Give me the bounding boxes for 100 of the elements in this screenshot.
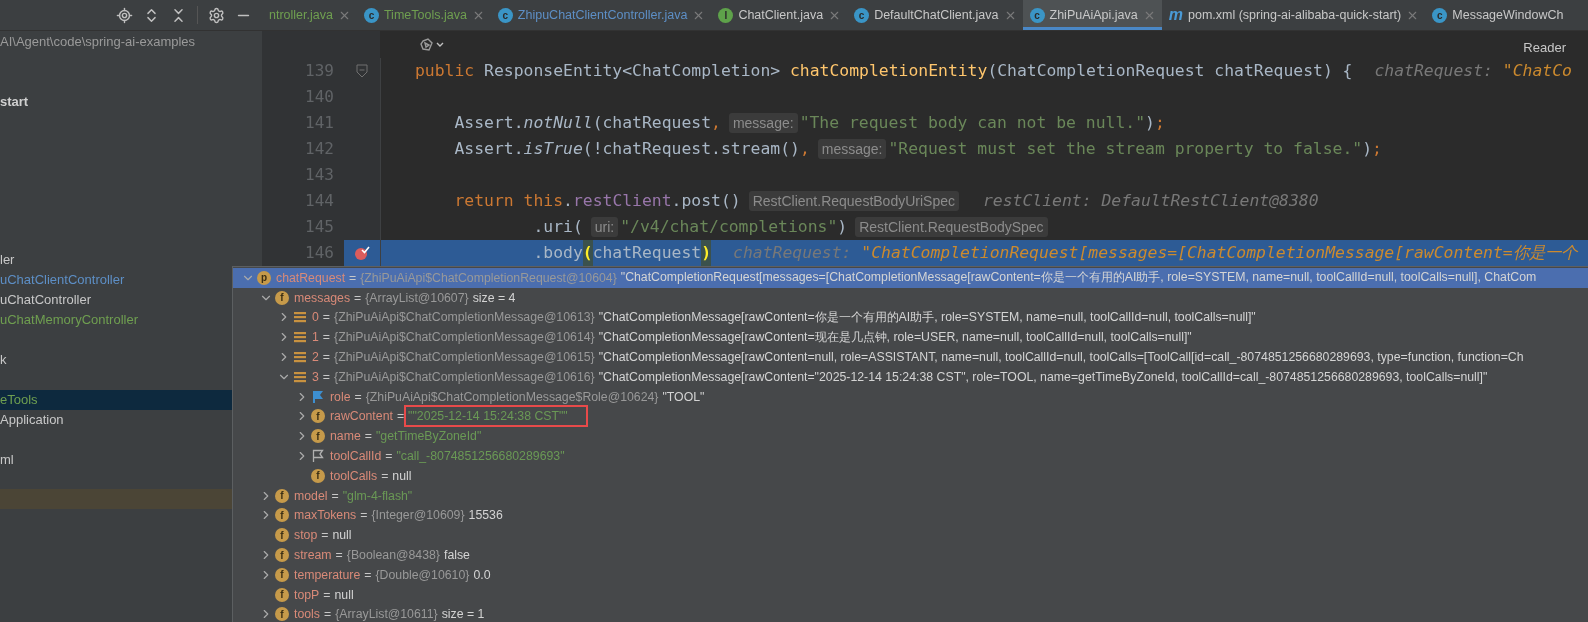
variable-row[interactable] — [233, 268, 1588, 288]
variable-row[interactable]: toolCallId = "call_-8074851256680289693" — [233, 446, 1588, 466]
project-tree-item[interactable]: ml — [0, 451, 14, 468]
fold-icon[interactable] — [356, 64, 368, 78]
variable-row[interactable]: f model = "glm-4-flash" — [233, 485, 1588, 506]
variable-value: "ChatCompletionMessage[rawContent=你是一个有用的AI助手, role=SYSTEM, name=null, toolCallId=null, toolCalls=null]" — [598, 309, 1256, 326]
maven-icon: m — [1168, 6, 1183, 24]
code-token: restClient — [572, 190, 672, 212]
project-tree-item[interactable]: uChatController — [0, 292, 92, 309]
variable-type: {ZhiPuAiApi$ChatCompletionMessage$Role@10624} — [365, 389, 659, 404]
equals-sign: = — [335, 548, 343, 563]
variable-row[interactable]: f stream = {Boolean@8438} false — [233, 545, 1588, 565]
variable-value: size = 4 — [472, 290, 516, 305]
variable-name: temperature — [294, 567, 361, 582]
equals-sign: = — [360, 508, 368, 523]
code-token: (!chatRequest.stream() — [582, 138, 800, 160]
code-token: "/v4/chat/completions" — [620, 216, 838, 238]
variable-row[interactable]: f toolCalls = null — [233, 465, 1588, 486]
code-token: "The request body can not be null." — [799, 112, 1145, 134]
variable-name: stop — [294, 528, 318, 543]
variable-row[interactable]: 1 = {ZhiPuAiApi$ChatCompletionMessage@10614} "ChatCompletionMessage[rawContent=现在是几点钟, role=USER, name=null, toolCallId=null, toolCalls=null]" — [233, 327, 1588, 348]
code-token: ) — [701, 240, 712, 266]
equals-sign: = — [364, 429, 372, 444]
class-icon: c — [497, 7, 513, 23]
variable-type: {Boolean@8438} — [346, 548, 440, 563]
variable-value: 15536 — [468, 508, 503, 523]
code-token: notNull — [523, 112, 593, 134]
variable-row[interactable]: f temperature = {Double@10610} 0.0 — [233, 564, 1588, 585]
variable-name: tools — [294, 607, 320, 622]
project-tree-item[interactable]: start — [0, 93, 29, 110]
equals-sign: = — [321, 528, 329, 543]
variable-value: null — [392, 468, 412, 483]
code-token: , — [799, 138, 810, 160]
project-tree-item[interactable]: k — [0, 352, 7, 368]
editor-tab[interactable]: c DefaultChatClient.java — [847, 0, 1023, 30]
variable-row[interactable]: f maxTokens = {Integer@10609} 15536 — [233, 505, 1588, 526]
variable-name: name — [330, 429, 361, 444]
breakpoint-icon[interactable] — [354, 245, 370, 261]
field-icon: f — [275, 508, 289, 523]
inlay-hint: uri: — [590, 217, 619, 237]
list-icon — [293, 350, 307, 365]
variable-row[interactable]: f name = "getTimeByZoneId" — [233, 426, 1588, 447]
settings-icon[interactable] — [208, 6, 225, 24]
code-token: (ChatCompletionRequest chatRequest) { — [987, 60, 1353, 82]
code-token: Assert. — [454, 112, 524, 134]
code-token: . — [563, 190, 573, 212]
code-token: "Request must set the stream property to false." — [888, 138, 1363, 160]
inlay-hint: message: — [817, 139, 887, 159]
editor-tab[interactable]: c ZhipuChatClientController.java — [490, 0, 712, 30]
variable-type: {ArrayList@10607} — [365, 290, 469, 305]
project-tree-item[interactable]: Application — [0, 411, 64, 428]
equals-sign: = — [385, 449, 393, 464]
code-token: public — [415, 60, 476, 82]
variable-row[interactable]: 0 = {ZhiPuAiApi$ChatCompletionMessage@10613} "ChatCompletionMessage[rawContent=你是一个有用的AI助手, role=SYSTEM, name=null, toolCallId=null, toolCalls=null]" — [233, 307, 1588, 328]
variable-row[interactable]: 3 = {ZhiPuAiApi$ChatCompletionMessage@10616} "ChatCompletionMessage[rawContent="2025-12-14 15:24:38 CST", role=TOOL, name=getTimeByZoneId, toolCallId=call_-8074851256680289693, toolCalls=null]" — [233, 367, 1588, 387]
class-icon: c — [854, 7, 870, 23]
editor-tab[interactable]: I ChatClient.java — [711, 0, 848, 30]
variable-row[interactable]: f stop = null — [233, 525, 1588, 546]
variable-value: "getTimeByZoneId" — [375, 429, 482, 444]
variable-name: rawContent — [330, 409, 393, 424]
project-tree-item[interactable]: eTools — [0, 391, 38, 408]
variable-type: {ArrayList@10611} — [335, 607, 438, 622]
variable-value: "glm-4-flash" — [342, 488, 413, 503]
variable-type: {ZhiPuAiApi$ChatCompletionMessage@10615} — [334, 350, 595, 365]
variable-value: null — [332, 528, 352, 543]
code-token: .post() — [671, 190, 741, 212]
variable-type: {ZhiPuAiApi$ChatCompletionMessage@10616} — [334, 369, 595, 384]
field-icon: f — [311, 409, 325, 424]
interface-icon: I — [718, 7, 734, 23]
variable-row[interactable]: f messages = {ArrayList@10607} size = 4 — [233, 287, 1588, 308]
variable-name: 3 — [312, 369, 319, 384]
class-icon: c — [1432, 7, 1448, 23]
variable-row[interactable]: f rawContent = ""2025-12-14 15:24:38 CST"" — [233, 406, 1588, 427]
code-token: (chatRequest — [592, 112, 712, 134]
code-token: return this — [454, 190, 564, 212]
code-token: ( — [582, 240, 593, 266]
editor-tab[interactable]: c TimeTools.java — [356, 0, 491, 30]
variable-row[interactable]: role = {ZhiPuAiApi$ChatCompletionMessage$Role@10624} "TOOL" — [233, 386, 1588, 407]
variable-row[interactable]: f topP = null — [233, 584, 1588, 605]
equals-sign: = — [396, 409, 405, 424]
editor-tab[interactable]: m pom.xml (spring-ai-alibaba-quick-start) — [1161, 0, 1426, 30]
code-token: .uri( — [533, 216, 583, 238]
variable-name: 2 — [312, 350, 319, 365]
editor-tab[interactable]: ntroller.java — [262, 0, 357, 30]
reader-mode-link[interactable]: Reader — [1523, 40, 1566, 55]
inline-value: chatRequest: — [733, 242, 853, 264]
variable-value: "ChatCompletionMessage[rawContent=现在是几点钟, role=USER, name=null, toolCallId=null, toolCalls=null]" — [598, 328, 1192, 346]
parameter-icon: p — [257, 270, 271, 285]
inspection-icon[interactable] — [420, 37, 446, 52]
equals-sign: = — [381, 468, 389, 483]
editor-tab[interactable]: c MessageWindowCh — [1425, 0, 1570, 30]
variable-row[interactable]: f tools = {ArrayList@10611} size = 1 — [233, 604, 1588, 622]
code-token: chatRequest — [592, 242, 702, 264]
variable-name: 1 — [312, 330, 319, 345]
variable-type: {ZhiPuAiApi$ChatCompletionRequest@10604} — [360, 270, 617, 285]
project-tree-item[interactable]: uChatMemoryController — [0, 312, 138, 329]
editor-tab[interactable]: c ZhiPuAiApi.java — [1022, 0, 1162, 30]
inline-value: restClient: DefaultRestClient@8380 — [983, 190, 1319, 212]
project-tree-item[interactable]: ler — [0, 252, 15, 269]
locate-icon[interactable] — [116, 6, 133, 24]
